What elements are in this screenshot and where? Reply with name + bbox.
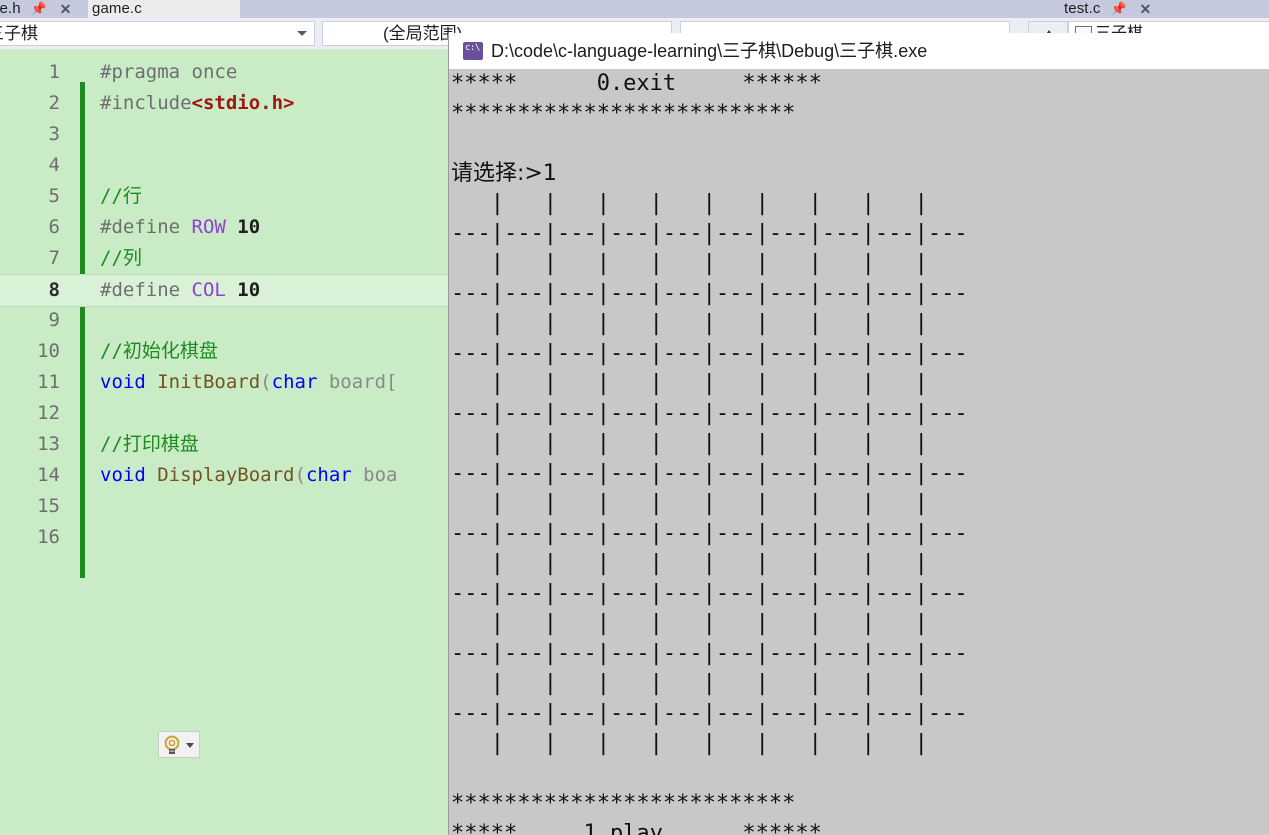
console-line: ---|---|---|---|---|---|---|---|---|--- xyxy=(451,581,968,606)
tab-test-c[interactable]: test.c 📌 ✕ xyxy=(1060,0,1210,18)
console-line: ---|---|---|---|---|---|---|---|---|--- xyxy=(451,341,968,366)
console-line: ***** 1.play ****** xyxy=(451,821,822,835)
line-number: 4 xyxy=(48,154,60,176)
close-icon[interactable]: ✕ xyxy=(1139,0,1151,18)
console-line: | | | | | | | | | xyxy=(451,671,968,696)
editor-tab-strip: game.h 📌 ✕ game.c test.c 📌 ✕ xyxy=(0,0,1269,18)
pin-icon[interactable]: 📌 xyxy=(31,0,47,18)
chevron-down-icon xyxy=(297,31,307,36)
pin-icon[interactable]: 📌 xyxy=(1111,0,1127,18)
screen: 1 #pragma once 2 #include<stdio.h> 3 4 5 //行 6 #d… xyxy=(0,0,1269,835)
console-line: ***** 0.exit ****** xyxy=(451,71,822,96)
line-number: 5 xyxy=(48,185,60,207)
console-line: ---|---|---|---|---|---|---|---|---|--- xyxy=(451,641,968,666)
console-line: ---|---|---|---|---|---|---|---|---|--- xyxy=(451,281,968,306)
tab-game-c[interactable]: game.c xyxy=(88,0,240,18)
code-text: void InitBoard(char board[ xyxy=(100,371,398,393)
console-line: | | | | | | | | | xyxy=(451,191,968,216)
chevron-down-icon xyxy=(186,743,194,748)
line-number: 3 xyxy=(48,123,60,145)
console-line: | | | | | | | | | xyxy=(451,311,968,336)
navbar-project-dropdown[interactable]: 三子棋 xyxy=(0,21,315,46)
code-text: void DisplayBoard(char boa xyxy=(100,464,398,486)
line-number: 15 xyxy=(37,495,60,517)
tab-game-h[interactable]: game.h 📌 ✕ xyxy=(0,0,86,18)
line-number: 7 xyxy=(48,247,60,269)
line-number: 1 xyxy=(48,61,60,83)
console-line: ---|---|---|---|---|---|---|---|---|--- xyxy=(451,221,968,246)
tab-label: game.c xyxy=(92,0,142,17)
console-title-text: D:\code\c-language-learning\三子棋\Debug\三子… xyxy=(491,41,928,61)
line-number: 11 xyxy=(37,371,60,393)
console-line: | | | | | | | | | xyxy=(451,491,968,516)
console-line: ---|---|---|---|---|---|---|---|---|--- xyxy=(451,701,968,726)
line-number: 16 xyxy=(37,526,60,548)
line-number: 8 xyxy=(48,279,60,301)
console-output[interactable]: ***** 0.exit ****** *********************… xyxy=(449,69,1269,835)
code-text: #pragma once xyxy=(100,61,238,83)
tab-icons: 📌 ✕ xyxy=(1111,0,1152,18)
line-number: 2 xyxy=(48,92,60,114)
console-line: | | | | | | | | | xyxy=(451,611,968,636)
console-line: ************************** xyxy=(451,101,796,126)
code-text: //打印棋盘 xyxy=(100,433,199,455)
console-line: 请选择:>1 xyxy=(451,161,557,186)
line-number: 13 xyxy=(37,433,60,455)
console-line: ---|---|---|---|---|---|---|---|---|--- xyxy=(451,521,968,546)
console-title-bar[interactable]: D:\code\c-language-learning\三子棋\Debug\三子… xyxy=(449,33,1269,69)
tab-label: test.c xyxy=(1064,0,1101,17)
code-text: //初始化棋盘 xyxy=(100,340,218,362)
console-window[interactable]: D:\code\c-language-learning\三子棋\Debug\三子… xyxy=(448,33,1269,835)
line-number: 6 xyxy=(48,216,60,238)
console-line: ---|---|---|---|---|---|---|---|---|--- xyxy=(451,401,968,426)
line-number: 12 xyxy=(37,402,60,424)
console-line: | | | | | | | | | xyxy=(451,731,968,756)
console-app-icon xyxy=(463,42,483,60)
code-text: //列 xyxy=(100,247,142,269)
code-text: #include<stdio.h> xyxy=(100,92,295,114)
console-line: ************************** xyxy=(451,791,796,816)
line-number: 9 xyxy=(48,309,60,331)
console-line: | | | | | | | | | xyxy=(451,371,968,396)
code-text: //行 xyxy=(100,185,142,207)
console-line: ---|---|---|---|---|---|---|---|---|--- xyxy=(451,461,968,486)
code-text: #define COL 10 xyxy=(100,279,261,301)
console-line: | | | | | | | | | xyxy=(451,551,968,576)
close-icon[interactable]: ✕ xyxy=(60,0,72,18)
console-line: | | | | | | | | | xyxy=(451,251,968,276)
code-text: #define ROW 10 xyxy=(100,216,261,238)
tab-strip-filler xyxy=(1210,0,1269,18)
lightbulb-icon xyxy=(164,735,180,754)
console-line: | | | | | | | | | xyxy=(451,431,968,456)
quick-actions-button[interactable] xyxy=(158,731,200,758)
tab-icons: 📌 ✕ xyxy=(31,0,72,18)
navbar-project-label: 三子棋 xyxy=(0,24,38,43)
tab-label: game.h xyxy=(0,0,21,17)
line-number: 14 xyxy=(37,464,60,486)
line-number: 10 xyxy=(37,340,60,362)
